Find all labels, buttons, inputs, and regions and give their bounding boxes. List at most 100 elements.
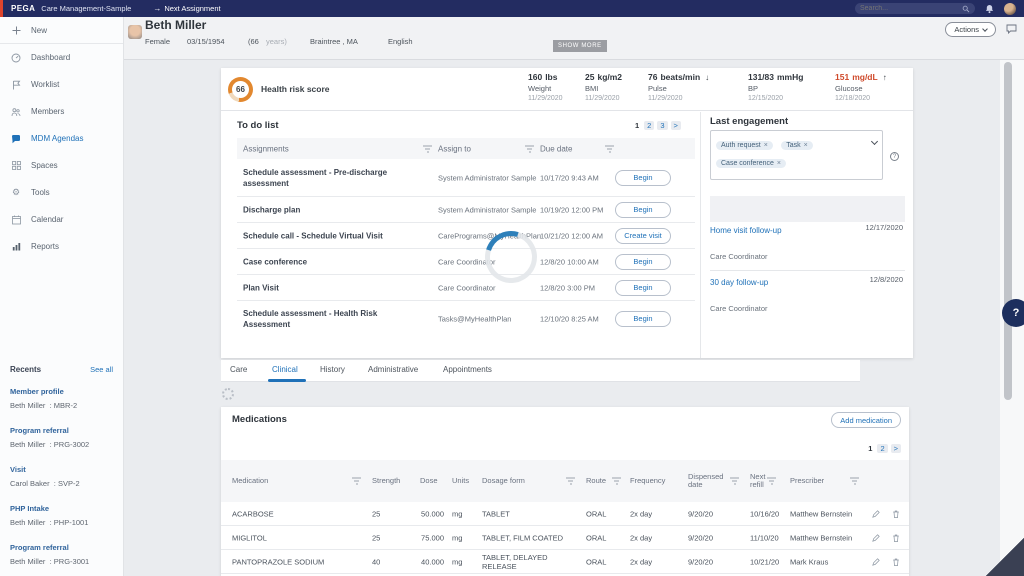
tab-clinical[interactable]: Clinical (272, 365, 298, 374)
edit-icon[interactable] (872, 510, 880, 518)
user-avatar[interactable] (1004, 3, 1016, 15)
people-icon (11, 107, 21, 117)
tab-history[interactable]: History (320, 365, 345, 374)
patient-avatar (128, 25, 142, 39)
filter-icon[interactable] (352, 478, 361, 485)
tab-care[interactable]: Care (230, 365, 247, 374)
dosage-form: TABLET, DELAYED RELEASE (482, 553, 582, 571)
remove-tag-icon[interactable]: × (777, 160, 781, 167)
filter-icon[interactable] (525, 145, 534, 152)
engagement-link[interactable]: Home visit follow-up (710, 226, 782, 235)
sidebar-item-new[interactable]: New (0, 17, 123, 44)
sidebar-item-calendar[interactable]: Calendar (0, 206, 123, 233)
page-1[interactable]: 1 (866, 444, 874, 453)
show-more-button[interactable]: SHOW MORE (553, 40, 607, 52)
scrollbar-thumb[interactable] (1004, 62, 1012, 400)
help-icon[interactable]: ? (890, 152, 899, 161)
filter-icon[interactable] (767, 478, 776, 485)
dose: 40.000 (414, 557, 444, 566)
last-engagement-panel: Last engagement Auth request× Task× Case… (710, 68, 905, 358)
help-fab-button[interactable]: ? (1002, 299, 1024, 327)
sidebar-item-label: MDM Agendas (31, 134, 83, 143)
prescriber: Matthew Bernstein (790, 509, 868, 518)
sidebar-item-members[interactable]: Members (0, 98, 123, 125)
next-assignment-button[interactable]: → Next Assignment (153, 4, 220, 13)
delete-icon[interactable] (892, 509, 900, 518)
panel-divider (700, 112, 701, 358)
recent-item-link[interactable]: Member profile (10, 385, 113, 399)
patient-name: Beth Miller (145, 18, 206, 32)
recent-item-link[interactable]: Visit (10, 463, 113, 477)
search-input[interactable] (860, 5, 962, 12)
edit-icon[interactable] (872, 534, 880, 542)
sidebar-item-tools[interactable]: ⚙ Tools (0, 179, 123, 206)
units: mg (452, 533, 462, 542)
filter-icon[interactable] (566, 478, 575, 485)
filter-icon[interactable] (612, 478, 621, 485)
recent-item-link[interactable]: Program referral (10, 541, 113, 555)
member-tabs: Care Clinical History Administrative App… (221, 360, 860, 382)
sidebar-item-spaces[interactable]: Spaces (0, 152, 123, 179)
divider (710, 270, 905, 271)
notifications-bell-icon[interactable] (985, 4, 994, 14)
delete-icon[interactable] (892, 533, 900, 542)
engagement-date: 12/17/2020 (865, 223, 903, 232)
filter-icon[interactable] (423, 145, 432, 152)
page-2[interactable]: 2 (877, 444, 887, 453)
patient-age-suffix: years) (266, 37, 287, 46)
patient-location: Braintree , MA (310, 37, 358, 46)
remove-tag-icon[interactable]: × (764, 142, 768, 149)
engagement-link[interactable]: 30 day follow-up (710, 278, 768, 287)
recent-item: Program referral Beth Miller : PRG-3001 (10, 541, 113, 569)
tag-task: Task× (781, 141, 813, 150)
edit-icon[interactable] (872, 558, 880, 566)
tab-appointments[interactable]: Appointments (443, 365, 492, 374)
sidebar-item-mdm-agendas[interactable]: MDM Agendas (0, 125, 123, 152)
remove-tag-icon[interactable]: × (804, 142, 808, 149)
begin-button[interactable]: Begin (615, 311, 671, 327)
health-risk-score: 66 (232, 81, 249, 98)
global-search[interactable] (855, 3, 975, 14)
recents-title: Recents (10, 365, 41, 374)
begin-button[interactable]: Begin (615, 170, 671, 186)
patient-language: English (388, 37, 413, 46)
see-all-link[interactable]: See all (90, 365, 113, 374)
due-date: 10/17/20 9:43 AM (540, 173, 616, 182)
create-visit-button[interactable]: Create visit (615, 228, 671, 244)
due-date: 12/10/20 8:25 AM (540, 314, 616, 323)
search-icon[interactable] (962, 5, 970, 13)
sidebar-item-worklist[interactable]: Worklist (0, 71, 123, 98)
tab-administrative[interactable]: Administrative (368, 365, 418, 374)
filter-icon[interactable] (850, 478, 859, 485)
recent-item-link[interactable]: Program referral (10, 424, 113, 438)
arrow-right-icon: → (153, 4, 161, 13)
page-next[interactable]: > (891, 444, 901, 453)
top-bar: PEGA Care Management-Sample → Next Assig… (0, 0, 1024, 17)
page-2[interactable]: 2 (644, 121, 654, 130)
filter-icon[interactable] (605, 145, 614, 152)
vital-unit: lbs (545, 72, 557, 82)
frequency: 2x day (630, 509, 652, 518)
page-1[interactable]: 1 (633, 121, 641, 130)
engagement-header-band (710, 196, 905, 222)
begin-button[interactable]: Begin (615, 254, 671, 270)
sidebar-item-reports[interactable]: Reports (0, 233, 123, 260)
engagement-filter-multiselect[interactable]: Auth request× Task× Case conference× (710, 130, 883, 180)
messages-icon[interactable] (1006, 24, 1017, 34)
begin-button[interactable]: Begin (615, 280, 671, 296)
add-medication-button[interactable]: Add medication (831, 412, 901, 428)
page-3[interactable]: 3 (657, 121, 667, 130)
dashboard-icon (11, 53, 21, 63)
recent-item-link[interactable]: PHP Intake (10, 502, 113, 516)
delete-icon[interactable] (892, 557, 900, 566)
chevron-down-icon[interactable] (871, 138, 878, 145)
sidebar-item-dashboard[interactable]: Dashboard (0, 44, 123, 71)
member-summary-card: 66 Health risk score 160lbs Weight 11/29… (221, 68, 913, 358)
begin-button[interactable]: Begin (615, 202, 671, 218)
page-next[interactable]: > (671, 121, 681, 130)
filter-icon[interactable] (730, 478, 739, 485)
route: ORAL (586, 509, 606, 518)
actions-button[interactable]: Actions (945, 22, 996, 37)
tag-label: Case conference (721, 160, 774, 167)
assignee: System Administrator Sample (438, 173, 538, 182)
